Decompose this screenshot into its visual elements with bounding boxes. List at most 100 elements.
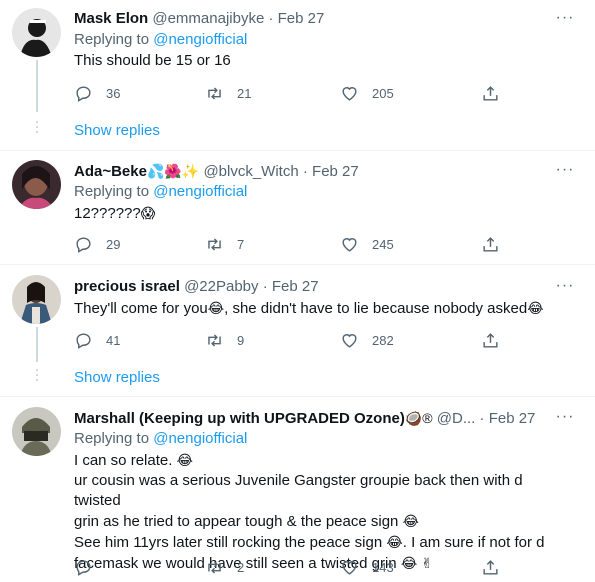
more-icon[interactable]: ··· <box>553 409 577 431</box>
share-button[interactable] <box>481 82 500 104</box>
retweet-count: 7 <box>237 236 245 252</box>
separator: · <box>268 10 274 27</box>
text-emoji-b: 😂 <box>527 300 544 316</box>
separator: · <box>302 163 308 180</box>
text-line-3: grin as he tried to appear tough & the p… <box>74 511 565 532</box>
reply-icon <box>76 559 91 576</box>
replying-label: Replying to <box>74 430 150 447</box>
action-bar: 41 9 282 <box>74 329 504 353</box>
avatar[interactable] <box>12 407 61 456</box>
share-icon <box>483 85 498 101</box>
retweet-button[interactable]: 2 <box>205 556 244 578</box>
share-button[interactable] <box>481 329 500 351</box>
like-icon <box>342 333 357 348</box>
more-icon[interactable]: ··· <box>553 278 577 300</box>
replying-to: Replying to @nengiofficial <box>74 182 247 202</box>
display-name[interactable]: Mask Elon <box>74 10 148 27</box>
display-name[interactable]: Marshall (Keeping up with UPGRADED Ozone… <box>74 410 405 427</box>
show-replies-link[interactable]: Show replies <box>74 121 160 141</box>
like-icon <box>342 560 357 575</box>
more-icon[interactable]: ··· <box>553 10 577 32</box>
reply-count: 36 <box>106 85 121 101</box>
like-button[interactable]: 282 <box>340 329 394 351</box>
avatar[interactable] <box>12 275 61 324</box>
text-line-4-tail: . I am sure if not for d <box>402 534 545 551</box>
tweet-2[interactable]: Ada~Beke💦🌺✨ @blvck_Witch · Feb 27 ··· Re… <box>0 151 595 264</box>
replying-to: Replying to @nengiofficial <box>74 429 247 449</box>
retweet-count: 21 <box>237 85 252 101</box>
text-emoji: 😱 <box>140 205 156 221</box>
share-button[interactable] <box>481 233 500 255</box>
replying-label: Replying to <box>74 183 150 200</box>
like-count: 282 <box>372 332 394 348</box>
retweet-icon <box>208 560 221 574</box>
text-line-3-content: grin as he tried to appear tough & the p… <box>74 513 399 530</box>
mention-link[interactable]: @nengiofficial <box>153 430 247 447</box>
timestamp[interactable]: Feb 27 <box>272 278 319 295</box>
avatar[interactable] <box>12 8 61 57</box>
replying-to: Replying to @nengiofficial <box>74 30 247 50</box>
text-line-4-emoji: 😂 <box>386 534 403 550</box>
reply-icon <box>76 332 91 349</box>
like-icon <box>342 237 357 252</box>
handle[interactable]: @emmanajibyke <box>152 10 264 27</box>
share-icon <box>483 332 498 348</box>
like-count: 245 <box>372 236 394 252</box>
reply-count: 41 <box>106 332 121 348</box>
share-button[interactable] <box>481 556 500 578</box>
tweet-1[interactable]: Mask Elon @emmanajibyke · Feb 27 ··· Rep… <box>0 0 595 150</box>
text-line-1: I can so relate. 😂 <box>74 450 565 471</box>
action-bar: 36 21 205 <box>74 82 504 106</box>
like-button[interactable]: 245 <box>340 233 394 255</box>
tweet-text-b: , she didn't have to lie because nobody … <box>224 300 528 317</box>
reply-button[interactable]: 36 <box>74 82 120 104</box>
name-emoji: 💦🌺✨ <box>146 163 200 179</box>
tweet-text: They'll come for you😂, she didn't have t… <box>74 298 565 319</box>
retweet-icon <box>208 86 221 100</box>
like-button[interactable]: 205 <box>340 82 394 104</box>
timestamp[interactable]: Feb 27 <box>278 10 325 27</box>
retweet-button[interactable]: 7 <box>205 233 244 255</box>
display-name[interactable]: precious israel <box>74 278 180 295</box>
handle[interactable]: @D... <box>437 410 476 427</box>
tweet-text: 12??????😱 <box>74 203 565 224</box>
share-icon <box>483 236 498 252</box>
display-name[interactable]: Ada~Beke <box>74 163 147 180</box>
text-emoji-a: 😂 <box>207 300 225 316</box>
handle[interactable]: @blvck_Witch <box>203 163 298 180</box>
mention-link[interactable]: @nengiofficial <box>153 31 247 48</box>
name-emoji: 🥥® <box>404 410 433 426</box>
tweet-header: Marshall (Keeping up with UPGRADED Ozone… <box>74 408 550 429</box>
timestamp[interactable]: Feb 27 <box>312 163 359 180</box>
mention-link[interactable]: @nengiofficial <box>153 183 247 200</box>
reply-button[interactable] <box>74 556 106 578</box>
retweet-count: 2 <box>237 559 245 575</box>
reply-button[interactable]: 29 <box>74 233 120 255</box>
action-bar: 29 7 245 <box>74 233 504 257</box>
more-icon[interactable]: ··· <box>553 162 577 184</box>
text-line-4: See him 11yrs later still rocking the pe… <box>74 532 565 553</box>
separator: · <box>262 278 268 295</box>
tweet-header: precious israel @22Pabby · Feb 27 <box>74 277 555 297</box>
replying-label: Replying to <box>74 31 150 48</box>
reply-button[interactable]: 41 <box>74 329 120 351</box>
tweet-3[interactable]: precious israel @22Pabby · Feb 27 ··· Th… <box>0 265 595 396</box>
handle[interactable]: @22Pabby <box>184 278 258 295</box>
text-line-2: ur cousin was a serious Juvenile Gangste… <box>74 472 523 509</box>
timestamp[interactable]: Feb 27 <box>489 410 536 427</box>
tweet-4[interactable]: Marshall (Keeping up with UPGRADED Ozone… <box>0 397 595 582</box>
thread-line <box>36 60 38 112</box>
tweet-header: Ada~Beke💦🌺✨ @blvck_Witch · Feb 27 <box>74 161 555 182</box>
like-button[interactable]: 143 <box>340 556 394 578</box>
separator: · <box>479 410 485 427</box>
reply-icon <box>76 85 91 102</box>
retweet-button[interactable]: 9 <box>205 329 244 351</box>
retweet-button[interactable]: 21 <box>205 82 251 104</box>
text-line-1-emoji: 😂 <box>176 452 193 468</box>
text-line-3-emoji: 😂 <box>402 513 419 529</box>
text-line-1-content: I can so relate. <box>74 452 173 469</box>
show-replies-link[interactable]: Show replies <box>74 368 160 388</box>
tweet-text-a: They'll come for you <box>74 300 208 317</box>
avatar[interactable] <box>12 160 61 209</box>
tweet-text-content: 12?????? <box>74 205 141 222</box>
